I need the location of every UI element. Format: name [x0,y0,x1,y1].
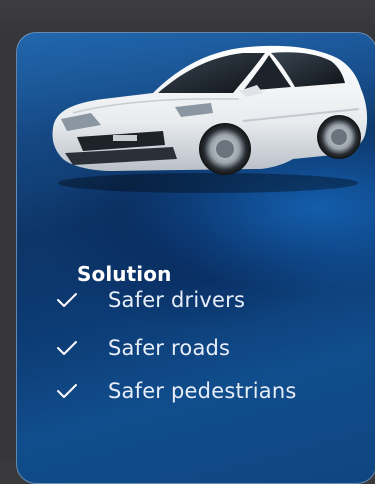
benefit-label: Safer pedestrians [108,379,297,403]
check-icon [57,384,77,398]
benefit-item: Safer pedestrians [56,377,296,405]
benefit-item: Safer roads [56,334,230,362]
car-image [52,45,368,193]
solution-card: Solution [16,32,375,484]
benefit-label: Safer drivers [108,288,246,312]
benefit-label: Safer roads [108,336,231,360]
check-icon [57,293,77,307]
solution-title: Solution [77,262,172,286]
benefit-item: Safer drivers [56,286,245,314]
check-icon [57,341,77,355]
